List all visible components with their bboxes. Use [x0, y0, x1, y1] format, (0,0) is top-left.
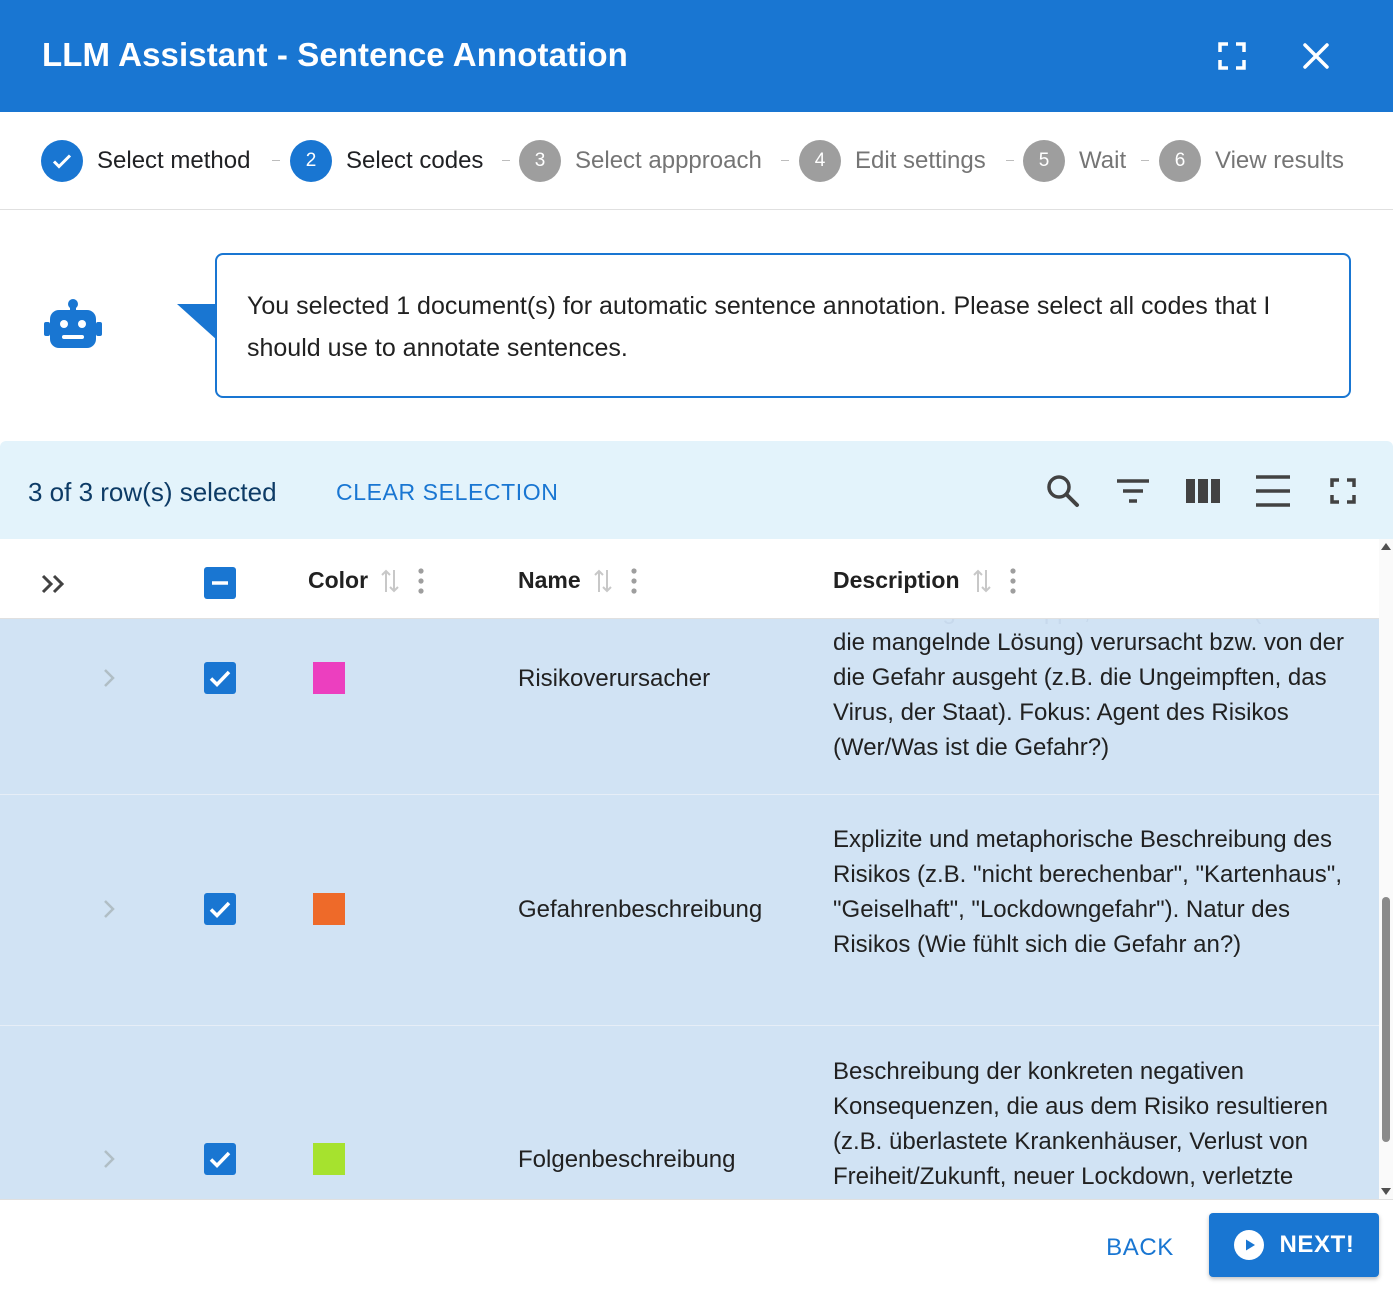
- chevron-right-icon[interactable]: [98, 1147, 120, 1171]
- step-select-approach[interactable]: 3 Select appproach: [519, 140, 762, 182]
- color-swatch: [313, 1143, 345, 1175]
- table-row[interactable]: Gefahrenbeschreibung Explizite und metap…: [0, 795, 1379, 1026]
- check-icon: [41, 140, 83, 182]
- more-vert-icon[interactable]: [418, 567, 424, 594]
- search-icon: [1047, 475, 1079, 507]
- density-button[interactable]: [1251, 471, 1295, 511]
- scroll-down-arrow-icon[interactable]: [1381, 1188, 1391, 1195]
- step-label: Select method: [97, 147, 251, 174]
- assistant-message: You selected 1 document(s) for automatic…: [215, 253, 1351, 398]
- step-wait[interactable]: 5 Wait: [1023, 140, 1126, 182]
- code-description: Explizite und metaphorische Beschreibung…: [833, 826, 1342, 958]
- more-vert-icon[interactable]: [631, 567, 637, 594]
- step-label: Select appproach: [575, 147, 762, 174]
- step-view-results[interactable]: 6 View results: [1159, 140, 1344, 182]
- dialog-title-bar: LLM Assistant - Sentence Annotation: [0, 0, 1393, 112]
- next-button-label: NEXT!: [1279, 1231, 1355, 1258]
- step-label: Edit settings: [855, 147, 986, 174]
- table-row[interactable]: Folgenbeschreibung Beschreibung der konk…: [0, 1026, 1379, 1199]
- step-connector: [781, 160, 789, 161]
- robot-icon: [44, 299, 102, 348]
- expand-all-button[interactable]: [40, 573, 66, 595]
- play-circle-icon: [1233, 1230, 1264, 1260]
- table-scrollbar[interactable]: [1379, 539, 1393, 1199]
- row-checkbox[interactable]: [204, 662, 236, 694]
- selection-count: 3 of 3 row(s) selected: [28, 477, 277, 507]
- chevron-right-icon[interactable]: [98, 897, 120, 921]
- more-vert-icon[interactable]: [1009, 567, 1016, 594]
- close-icon: [1303, 43, 1329, 69]
- step-number: 6: [1159, 140, 1201, 182]
- row-checkbox[interactable]: [204, 1143, 236, 1175]
- table-fullscreen-button[interactable]: [1321, 471, 1365, 511]
- back-button[interactable]: BACK: [1090, 1228, 1190, 1268]
- color-swatch: [313, 893, 345, 925]
- fullscreen-icon: [1330, 478, 1356, 504]
- density-icon: [1256, 475, 1290, 507]
- color-swatch: [313, 662, 345, 694]
- table-header: Color Name Description: [0, 539, 1379, 619]
- step-connector: [1141, 160, 1149, 161]
- clear-selection-button[interactable]: CLEAR SELECTION: [336, 479, 558, 506]
- chevron-right-icon[interactable]: [98, 666, 120, 690]
- check-icon: [209, 670, 231, 688]
- next-button[interactable]: NEXT!: [1209, 1213, 1379, 1277]
- step-select-codes[interactable]: 2 Select codes: [290, 140, 483, 182]
- step-connector: [502, 160, 510, 161]
- step-edit-settings[interactable]: 4 Edit settings: [799, 140, 986, 182]
- column-title: Description: [833, 567, 960, 593]
- close-button[interactable]: [1290, 30, 1342, 82]
- filter-button[interactable]: [1111, 471, 1155, 511]
- column-header-description[interactable]: Description: [833, 567, 1016, 594]
- step-connector: [1006, 160, 1014, 161]
- sort-icon[interactable]: [972, 568, 992, 594]
- step-number: 4: [799, 140, 841, 182]
- fullscreen-icon: [1218, 42, 1246, 70]
- speech-bubble-tail: [177, 304, 217, 340]
- check-icon: [209, 1151, 231, 1169]
- stepper: Select method 2 Select codes 3 Select ap…: [0, 112, 1393, 210]
- filter-icon: [1117, 479, 1149, 503]
- column-title: Name: [518, 567, 581, 593]
- llm-assistant-dialog: LLM Assistant - Sentence Annotation Sele…: [0, 0, 1393, 1296]
- fullscreen-button[interactable]: [1206, 30, 1258, 82]
- search-button[interactable]: [1041, 471, 1085, 511]
- column-header-name[interactable]: Name: [518, 567, 637, 594]
- sort-icon[interactable]: [380, 568, 400, 594]
- view-columns-icon: [1186, 479, 1220, 503]
- code-name: Risikoverursacher: [518, 665, 711, 692]
- code-name: Gefahrenbeschreibung: [518, 896, 763, 923]
- step-connector: [272, 160, 280, 161]
- dialog-title: LLM Assistant - Sentence Annotation: [42, 36, 628, 73]
- step-number: 5: [1023, 140, 1065, 182]
- table-body: Risikoverursacher die mangelnde Lösung) …: [0, 619, 1379, 1199]
- columns-button[interactable]: [1181, 471, 1225, 511]
- dialog-footer: BACK NEXT!: [0, 1199, 1393, 1296]
- step-label: View results: [1215, 147, 1344, 174]
- scroll-up-arrow-icon[interactable]: [1381, 543, 1391, 550]
- codes-table: Color Name Description Risikoverursacher…: [0, 539, 1379, 1199]
- check-icon: [209, 901, 231, 919]
- sort-icon[interactable]: [593, 568, 613, 594]
- column-header-color[interactable]: Color: [308, 567, 424, 594]
- double-chevron-right-icon: [41, 574, 65, 594]
- indeterminate-icon: [212, 581, 228, 585]
- select-all-checkbox[interactable]: [204, 567, 236, 599]
- step-number: 2: [290, 140, 332, 182]
- scrollbar-thumb[interactable]: [1382, 897, 1390, 1142]
- code-name: Folgenbeschreibung: [518, 1146, 736, 1173]
- step-select-method[interactable]: Select method: [41, 140, 250, 182]
- table-row[interactable]: Risikoverursacher die mangelnde Lösung) …: [0, 619, 1379, 795]
- step-label: Select codes: [346, 147, 484, 174]
- step-label: Wait: [1079, 147, 1127, 174]
- code-description: die mangelnde Lösung) verursacht bzw. vo…: [833, 629, 1344, 761]
- code-description: Beschreibung der konkreten negativen Kon…: [833, 1058, 1328, 1190]
- column-title: Color: [308, 567, 369, 593]
- row-checkbox[interactable]: [204, 893, 236, 925]
- table-toolbar: 3 of 3 row(s) selected CLEAR SELECTION: [0, 441, 1393, 539]
- step-number: 3: [519, 140, 561, 182]
